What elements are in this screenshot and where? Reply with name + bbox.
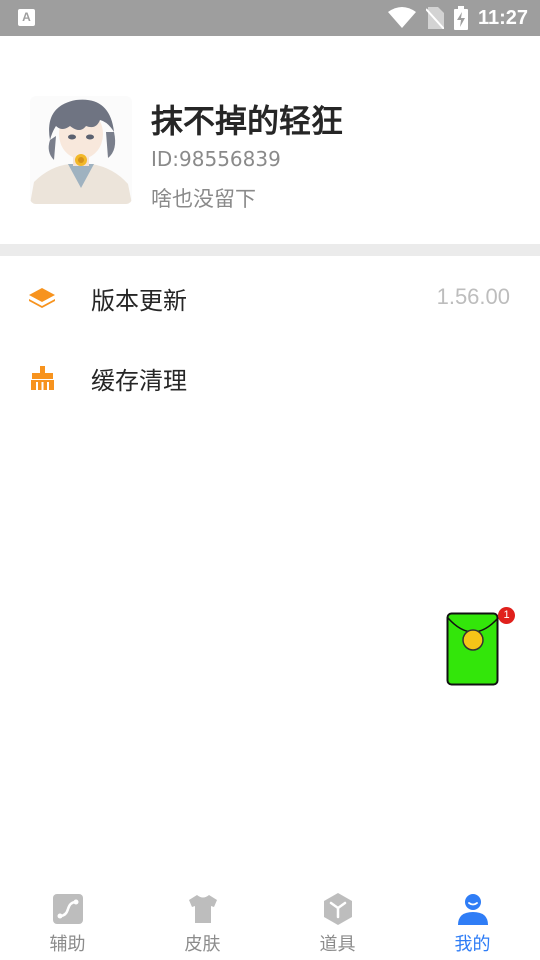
box-icon [321, 892, 355, 926]
notification-icon: A [18, 9, 35, 26]
user-id: ID:98556839 [151, 147, 281, 171]
notification-badge: 1 [498, 607, 515, 624]
tab-label-items: 道具 [319, 934, 356, 955]
layers-icon [28, 283, 56, 311]
tab-mine[interactable]: 我的 [405, 882, 540, 960]
tab-assist[interactable]: 辅助 [0, 882, 135, 960]
profile-header: 抹不掉的轻狂 ID:98556839 啥也没留下 [0, 36, 540, 244]
status-icons: 11:27 [378, 0, 528, 36]
tab-label-mine: 我的 [454, 934, 491, 955]
avatar[interactable] [30, 96, 132, 204]
tab-skins[interactable]: 皮肤 [135, 882, 270, 960]
no-sim-icon [425, 7, 444, 29]
menu-item-version-update[interactable]: 版本更新 1.56.00 [0, 257, 540, 337]
tab-items[interactable]: 道具 [270, 882, 405, 960]
shirt-icon [186, 892, 220, 926]
person-icon [456, 892, 490, 926]
bio: 啥也没留下 [151, 187, 256, 211]
wifi-icon [387, 7, 416, 29]
menu-label-clear-cache: 缓存清理 [91, 367, 187, 395]
tab-label-skins: 皮肤 [184, 934, 221, 955]
red-packet-icon[interactable] [446, 612, 500, 686]
notification-letter: A [22, 10, 31, 24]
status-time: 11:27 [477, 6, 528, 29]
version-number: 1.56.00 [436, 284, 510, 309]
assist-icon [51, 892, 85, 926]
bottom-nav: 辅助 皮肤 道具 我的 [0, 882, 540, 960]
broom-icon [28, 363, 56, 391]
battery-charging-icon [453, 6, 468, 30]
status-bar: A 11:27 [0, 0, 540, 36]
menu-item-clear-cache[interactable]: 缓存清理 [0, 337, 540, 417]
menu-label-version-update: 版本更新 [91, 287, 187, 315]
section-divider [0, 244, 540, 256]
tab-label-assist: 辅助 [49, 934, 86, 955]
nickname: 抹不掉的轻狂 [151, 102, 344, 140]
